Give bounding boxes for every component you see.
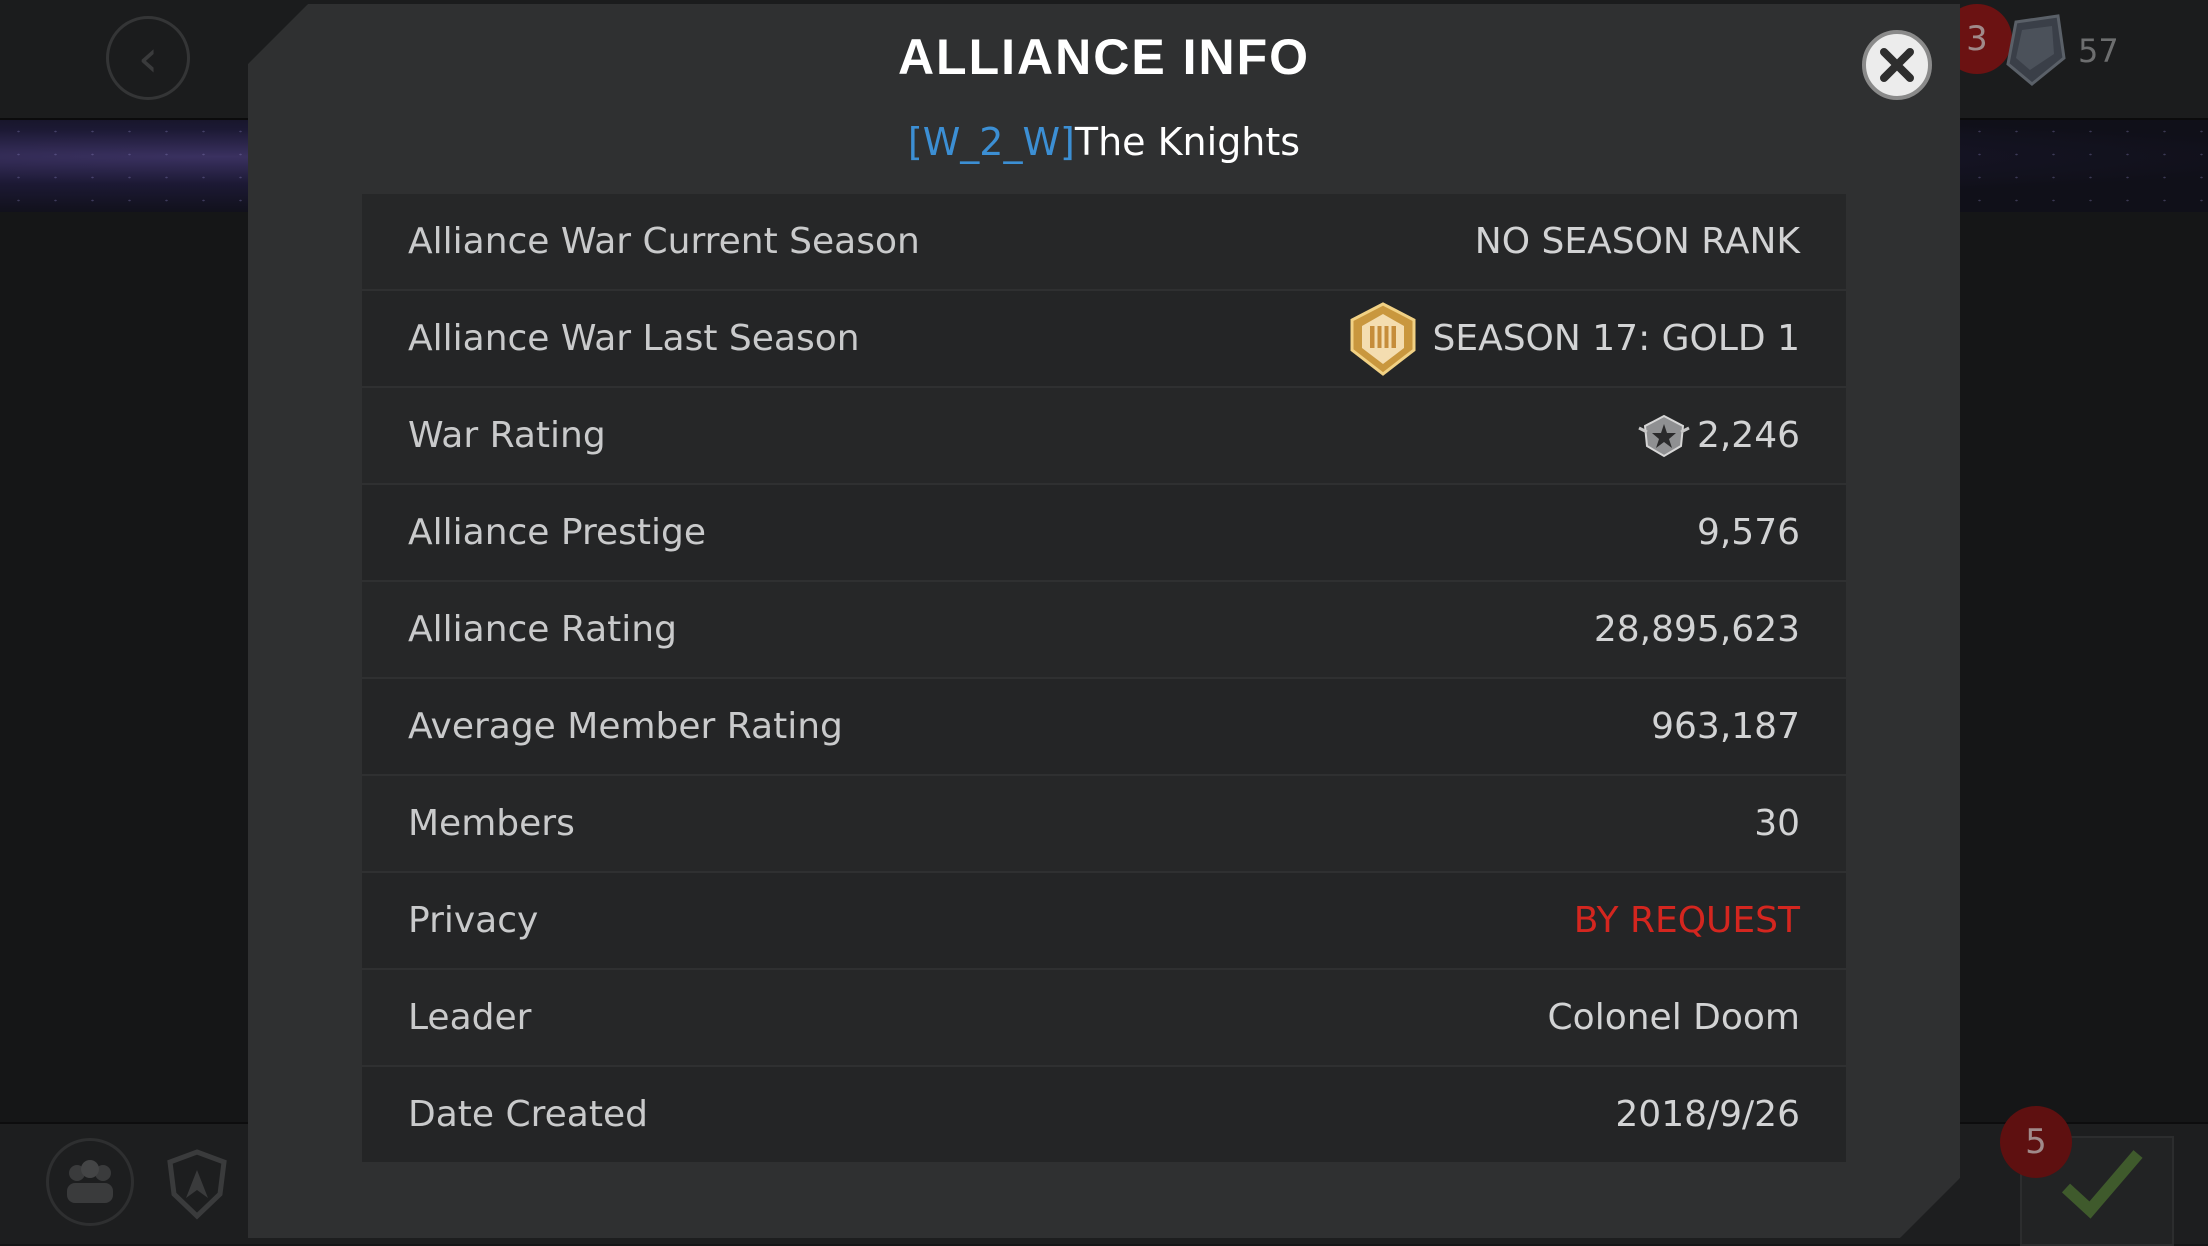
row-value: 963,187 [1651,706,1800,747]
row-members: Members 30 [362,776,1846,871]
alliance-name: [W_2_W]The Knights [248,120,1960,164]
back-button[interactable]: ‹ [106,16,190,100]
crystal-icon[interactable] [2002,14,2068,86]
crystal-count: 57 [2078,32,2119,70]
row-value-wrap: SEASON 17: GOLD 1 [1348,302,1800,376]
row-label: Alliance Rating [408,609,677,650]
shield-icon[interactable] [164,1148,230,1220]
row-alliance-prestige: Alliance Prestige 9,576 [362,485,1846,580]
row-value: SEASON 17: GOLD 1 [1432,318,1800,359]
row-value: 2018/9/26 [1615,1094,1800,1135]
close-button[interactable] [1862,30,1932,100]
row-label: Leader [408,997,532,1038]
alliance-title: The Knights [1074,120,1301,164]
row-value-wrap: 2,246 [1637,414,1800,458]
row-label: Alliance Prestige [408,512,707,553]
row-leader: Leader Colonel Doom [362,970,1846,1065]
row-label: Date Created [408,1094,648,1135]
info-table: Alliance War Current Season NO SEASON RA… [362,194,1846,1164]
row-date-created: Date Created 2018/9/26 [362,1067,1846,1162]
gold-medal-icon [1348,302,1418,376]
alliance-info-modal: ALLIANCE INFO [W_2_W]The Knights Allianc… [248,4,1960,1238]
privacy-value: BY REQUEST [1573,900,1800,941]
modal-title: ALLIANCE INFO [897,29,1311,85]
row-privacy: Privacy BY REQUEST [362,873,1846,968]
row-label: Privacy [408,900,539,941]
row-last-season: Alliance War Last Season SEASON 17: GOLD… [362,291,1846,386]
row-value: 28,895,623 [1593,609,1800,650]
row-value: NO SEASON RANK [1474,221,1800,262]
row-value: 30 [1754,803,1800,844]
war-rating-icon [1637,414,1691,458]
row-label: Alliance War Last Season [408,318,860,359]
close-icon [1877,45,1917,85]
row-value: 2,246 [1696,415,1800,456]
row-alliance-rating: Alliance Rating 28,895,623 [362,582,1846,677]
row-label: Members [408,803,575,844]
row-average-member-rating: Average Member Rating 963,187 [362,679,1846,774]
notification-badge: 5 [2000,1106,2072,1178]
row-label: Alliance War Current Season [408,221,920,262]
row-value: Colonel Doom [1547,997,1800,1038]
alliance-members-icon[interactable] [46,1138,134,1226]
alliance-tag: [W_2_W] [907,120,1075,164]
row-label: Average Member Rating [408,706,843,747]
row-value: 9,576 [1696,512,1800,553]
row-current-season: Alliance War Current Season NO SEASON RA… [362,194,1846,289]
row-war-rating: War Rating 2,246 [362,388,1846,483]
row-label: War Rating [408,415,606,456]
